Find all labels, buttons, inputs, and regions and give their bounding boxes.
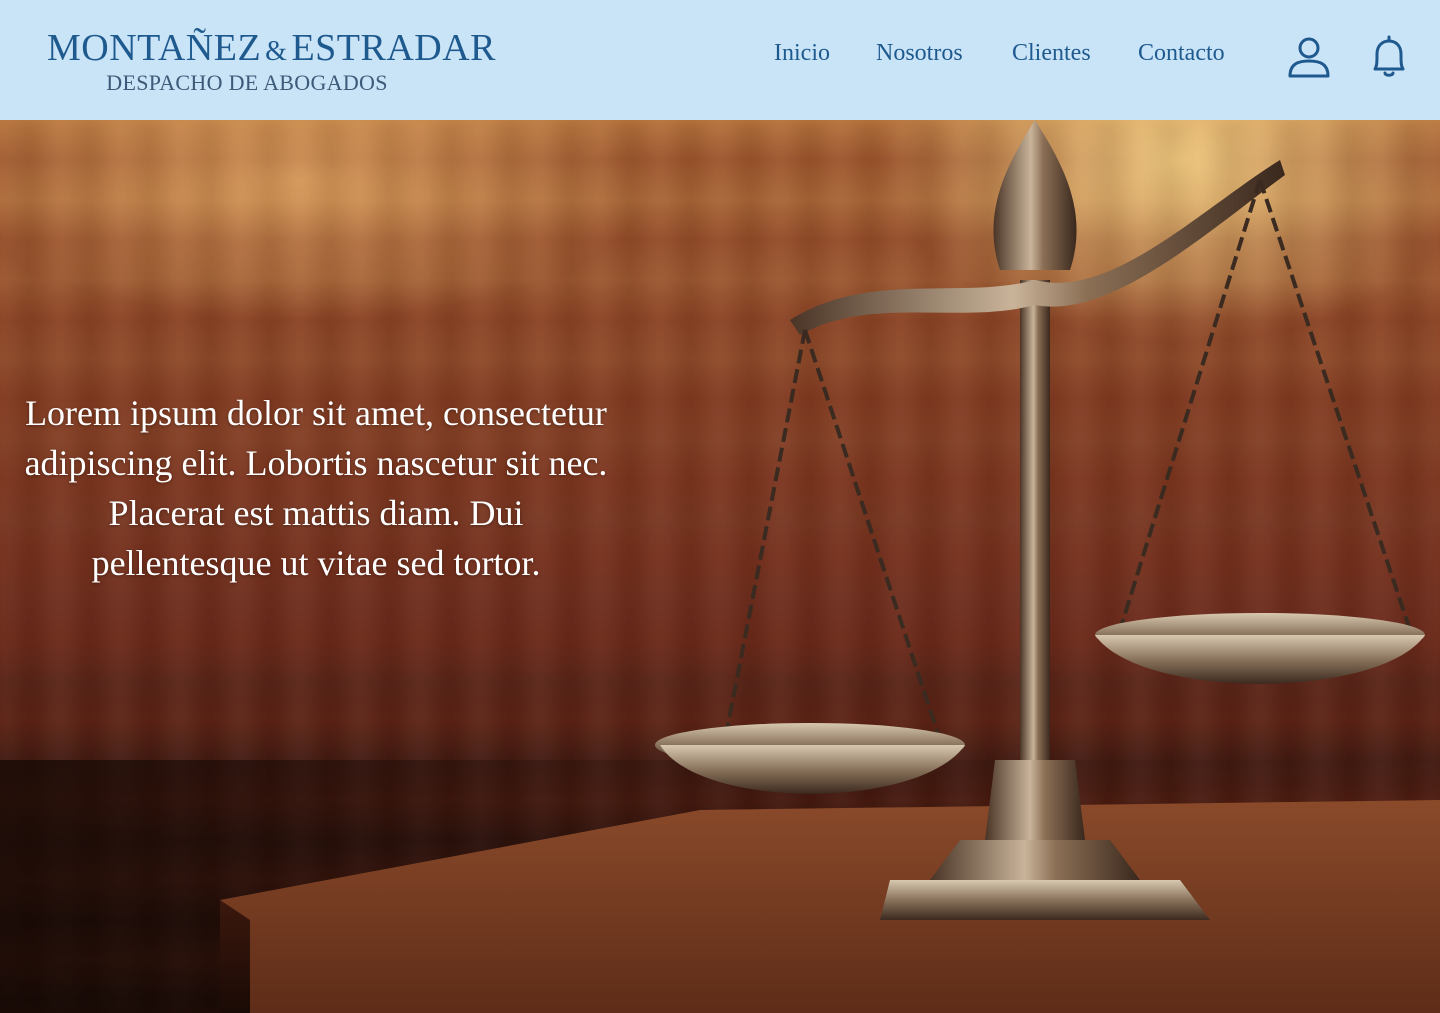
nav-item-inicio[interactable]: Inicio [774,40,876,67]
nav-item-clientes[interactable]: Clientes [1012,40,1138,67]
bell-icon[interactable] [1366,34,1412,80]
scales-of-justice-image [655,120,1425,920]
brand-logo[interactable]: MONTAÑEZ & ESTRADAR DESPACHO DE ABOGADOS [47,27,496,94]
logo-tagline: DESPACHO DE ABOGADOS [106,70,388,95]
logo-name-left: MONTAÑEZ [47,27,262,69]
site-header: MONTAÑEZ & ESTRADAR DESPACHO DE ABOGADOS I… [0,0,1440,120]
hero-headline: Lorem ipsum dolor sit amet, consectetur … [20,388,612,588]
logo-ampersand: & [265,36,288,67]
logo-name: MONTAÑEZ & ESTRADAR [47,27,496,72]
nav-item-nosotros[interactable]: Nosotros [876,40,1012,67]
nav-item-contacto[interactable]: Contacto [1138,40,1248,67]
user-icon[interactable] [1286,34,1332,80]
hero-text-line2: Placerat est mattis diam. Dui pellentesq… [91,493,541,583]
hero-section: Lorem ipsum dolor sit amet, consectetur … [0,120,1440,1013]
hero-text-line1: Lorem ipsum dolor sit amet, consectetur … [24,393,608,483]
logo-name-right: ESTRADAR [291,27,497,69]
main-nav: Inicio Nosotros Clientes Contacto [774,40,1248,67]
